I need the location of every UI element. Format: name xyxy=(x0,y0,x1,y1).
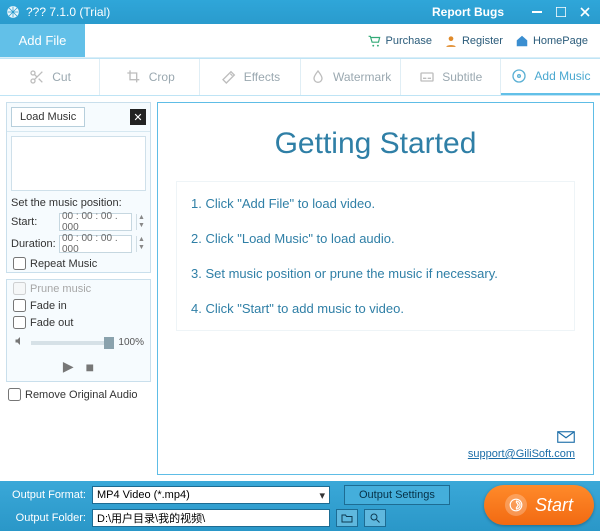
output-folder-input[interactable]: D:\用户目录\我的视频\ xyxy=(92,509,330,527)
tab-crop[interactable]: Crop xyxy=(100,59,200,95)
tab-effects-label: Effects xyxy=(244,70,280,84)
browse-folder-button[interactable] xyxy=(336,509,358,527)
tool-tabs: Cut Crop Effects Watermark Subtitle Add … xyxy=(0,58,600,96)
cart-icon xyxy=(368,34,382,48)
support-link[interactable]: support@GiliSoft.com xyxy=(468,448,575,460)
getting-started-steps: 1. Click "Add File" to load video. 2. Cl… xyxy=(176,181,575,331)
minimize-button[interactable] xyxy=(528,5,546,19)
fade-in-label: Fade in xyxy=(30,300,67,312)
chevron-down-icon: ▾ xyxy=(319,489,325,502)
droplet-icon xyxy=(309,68,327,86)
secondary-bar: Add File Purchase Register HomePage xyxy=(0,24,600,58)
start-stepper[interactable]: ▲▼ xyxy=(136,214,146,230)
report-bugs-link[interactable]: Report Bugs xyxy=(432,5,504,19)
tab-add-music-label: Add Music xyxy=(534,69,590,83)
remove-audio-checkbox[interactable] xyxy=(8,388,21,401)
duration-label: Duration: xyxy=(11,238,55,250)
tab-crop-label: Crop xyxy=(149,70,175,84)
mail-icon xyxy=(557,431,575,446)
start-time-input[interactable]: 00 : 00 : 00 . 000 xyxy=(59,213,132,231)
tab-subtitle[interactable]: Subtitle xyxy=(401,59,501,95)
start-label: Start: xyxy=(11,216,55,228)
repeat-music-label: Repeat Music xyxy=(30,258,97,270)
maximize-button[interactable] xyxy=(552,5,570,19)
tab-add-music[interactable]: Add Music xyxy=(501,59,600,95)
subtitle-icon xyxy=(418,68,436,86)
step-4: 4. Click "Start" to add music to video. xyxy=(191,301,560,316)
fade-in-checkbox[interactable] xyxy=(13,299,26,312)
output-format-select[interactable]: MP4 Video (*.mp4) ▾ xyxy=(92,486,330,504)
stop-button[interactable]: ■ xyxy=(86,359,94,375)
volume-value: 100% xyxy=(118,337,144,348)
open-folder-button[interactable] xyxy=(364,509,386,527)
side-panel: Load Music ✕ Set the music position: Sta… xyxy=(6,102,151,475)
load-music-button[interactable]: Load Music xyxy=(11,107,85,127)
register-link[interactable]: Register xyxy=(440,34,507,48)
tab-watermark[interactable]: Watermark xyxy=(301,59,401,95)
crop-icon xyxy=(125,68,143,86)
music-list[interactable] xyxy=(11,136,146,191)
wand-icon xyxy=(220,68,238,86)
homepage-label: HomePage xyxy=(533,35,588,47)
duration-time-input[interactable]: 00 : 00 : 00 . 000 xyxy=(59,235,132,253)
output-format-label: Output Format: xyxy=(8,489,86,501)
main-area: Load Music ✕ Set the music position: Sta… xyxy=(0,96,600,481)
add-file-button[interactable]: Add File xyxy=(0,24,85,57)
tab-cut-label: Cut xyxy=(52,70,71,84)
fade-out-checkbox[interactable] xyxy=(13,316,26,329)
prune-music-label: Prune music xyxy=(30,283,91,295)
output-folder-label: Output Folder: xyxy=(8,512,86,524)
bottom-bar: Output Format: MP4 Video (*.mp4) ▾ Outpu… xyxy=(0,481,600,531)
audio-panel: Prune music Fade in Fade out 100% ▶ ■ xyxy=(6,279,151,382)
disc-icon xyxy=(510,67,528,85)
start-label: Start xyxy=(535,495,573,516)
scissors-icon xyxy=(28,68,46,86)
user-icon xyxy=(444,34,458,48)
titlebar: ??? 7.1.0 (Trial) Report Bugs xyxy=(0,0,600,24)
close-button[interactable] xyxy=(576,5,594,19)
tab-effects[interactable]: Effects xyxy=(200,59,300,95)
register-label: Register xyxy=(462,35,503,47)
position-label: Set the music position: xyxy=(7,195,150,211)
tab-subtitle-label: Subtitle xyxy=(442,70,482,84)
step-1: 1. Click "Add File" to load video. xyxy=(191,196,560,211)
close-icon[interactable]: ✕ xyxy=(130,109,146,125)
music-panel: Load Music ✕ Set the music position: Sta… xyxy=(6,102,151,273)
content-panel: Getting Started 1. Click "Add File" to l… xyxy=(157,102,594,475)
play-button[interactable]: ▶ xyxy=(63,358,74,375)
volume-icon xyxy=(13,335,27,350)
remove-audio-label: Remove Original Audio xyxy=(25,389,138,401)
step-2: 2. Click "Load Music" to load audio. xyxy=(191,231,560,246)
prune-music-checkbox xyxy=(13,282,26,295)
getting-started-title: Getting Started xyxy=(176,127,575,161)
start-button[interactable]: Start xyxy=(484,485,594,525)
tab-cut[interactable]: Cut xyxy=(0,59,100,95)
purchase-label: Purchase xyxy=(386,35,432,47)
purchase-link[interactable]: Purchase xyxy=(364,34,436,48)
app-logo-icon xyxy=(6,5,20,19)
homepage-link[interactable]: HomePage xyxy=(511,34,592,48)
fade-out-label: Fade out xyxy=(30,317,73,329)
home-icon xyxy=(515,34,529,48)
volume-slider[interactable] xyxy=(31,341,114,345)
quick-links: Purchase Register HomePage xyxy=(364,24,600,57)
duration-stepper[interactable]: ▲▼ xyxy=(136,236,146,252)
start-icon xyxy=(505,494,527,516)
window-title: ??? 7.1.0 (Trial) xyxy=(26,5,110,19)
step-3: 3. Set music position or prune the music… xyxy=(191,266,560,281)
tab-watermark-label: Watermark xyxy=(333,70,391,84)
repeat-music-checkbox[interactable] xyxy=(13,257,26,270)
output-settings-button[interactable]: Output Settings xyxy=(344,485,450,505)
